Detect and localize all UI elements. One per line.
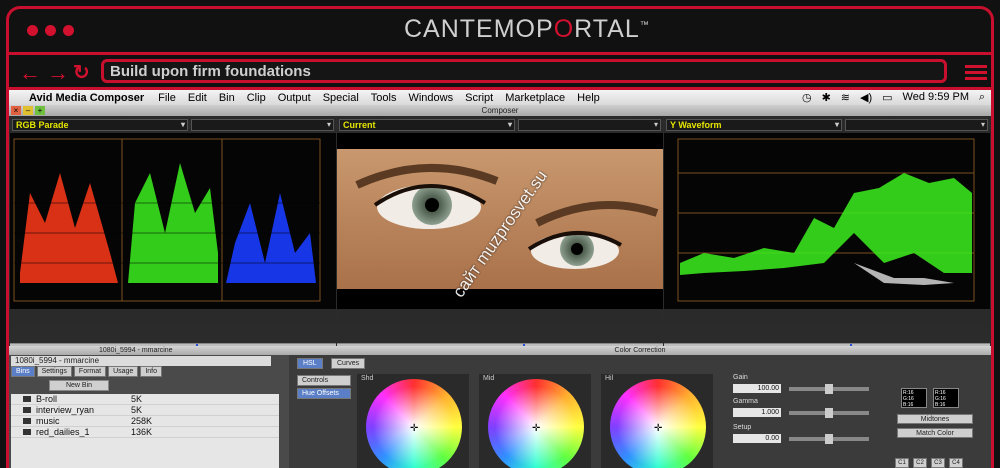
menubar-status: ◷ ✱ ≋ ◀) ▭ Wed 9:59 PM ⌕ bbox=[802, 91, 985, 104]
bin-titlebar: 1080i_5994 - mmarcine bbox=[9, 346, 289, 355]
color-swatch-left[interactable]: R:16 G:16 B:16 bbox=[901, 388, 927, 408]
wifi-icon[interactable]: ≋ bbox=[841, 91, 850, 104]
menu-edit[interactable]: Edit bbox=[188, 92, 207, 104]
new-bin-button[interactable]: New Bin bbox=[49, 380, 109, 391]
window-dot-close[interactable] bbox=[27, 25, 38, 36]
channel-c1[interactable]: C1 bbox=[895, 458, 909, 468]
highlights-color-wheel[interactable]: ✛ bbox=[610, 379, 706, 468]
back-arrow-icon[interactable]: ← bbox=[19, 62, 41, 84]
menu-marketplace[interactable]: Marketplace bbox=[505, 92, 565, 104]
tab-info[interactable]: Info bbox=[140, 366, 163, 377]
y-waveform-scope bbox=[664, 133, 990, 309]
setup-slider[interactable] bbox=[789, 434, 869, 444]
panel-menu-secondary[interactable]: ▾ bbox=[518, 119, 661, 131]
menu-script[interactable]: Script bbox=[465, 92, 493, 104]
list-item[interactable]: interview_ryan 5K bbox=[11, 405, 279, 416]
gamma-slider[interactable] bbox=[789, 408, 869, 418]
navigation-bar: ← → ↻ Build upon firm foundations bbox=[9, 52, 991, 90]
spotlight-icon[interactable]: ⌕ bbox=[979, 91, 985, 104]
hamburger-menu-icon[interactable] bbox=[965, 65, 987, 81]
lower-workspace: 1080i_5994 - mmarcine 1080i_5994 - mmarc… bbox=[9, 346, 991, 468]
battery-icon[interactable]: ▭ bbox=[882, 91, 892, 104]
close-icon[interactable]: × bbox=[11, 106, 21, 115]
shadows-wheel-box: Shd ✛ bbox=[357, 374, 469, 468]
panel-menu-y-waveform[interactable]: Y Waveform ▾ bbox=[666, 119, 842, 131]
brand-logo: CANTEMOPORTAL™ bbox=[404, 15, 650, 43]
channel-c2[interactable]: C2 bbox=[913, 458, 927, 468]
window-dot-zoom[interactable] bbox=[63, 25, 74, 36]
midtones-color-wheel[interactable]: ✛ bbox=[488, 379, 584, 468]
menu-clip[interactable]: Clip bbox=[247, 92, 266, 104]
rgb-parade-scope bbox=[10, 133, 336, 309]
panel-menu-secondary[interactable]: ▾ bbox=[845, 119, 988, 131]
gamma-value[interactable]: 1.000 bbox=[733, 408, 781, 417]
match-pane: R:16 G:16 B:16 R:16 G:16 B:16 Midtones M… bbox=[887, 374, 987, 468]
bin-window: 1080i_5994 - mmarcine 1080i_5994 - mmarc… bbox=[9, 346, 289, 468]
menu-bin[interactable]: Bin bbox=[219, 92, 235, 104]
gain-slider[interactable] bbox=[789, 384, 869, 394]
gain-value[interactable]: 100.00 bbox=[733, 384, 781, 393]
list-item[interactable]: B-roll 5K bbox=[11, 394, 279, 405]
volume-icon[interactable]: ◀) bbox=[860, 91, 872, 104]
panel-menu-secondary[interactable]: ▾ bbox=[191, 119, 334, 131]
reload-icon[interactable]: ↻ bbox=[73, 63, 90, 83]
setup-label: Setup bbox=[733, 424, 752, 431]
tab-curves[interactable]: Curves bbox=[331, 358, 366, 369]
app-screen: Avid Media Composer File Edit Bin Clip O… bbox=[9, 90, 991, 468]
app-name-menu[interactable]: Avid Media Composer bbox=[29, 92, 144, 104]
controls-button[interactable]: Controls bbox=[297, 375, 351, 386]
composer-title: Composer bbox=[481, 106, 519, 115]
menu-special[interactable]: Special bbox=[323, 92, 359, 104]
forward-arrow-icon[interactable]: → bbox=[47, 62, 69, 84]
tab-hsl[interactable]: HSL bbox=[297, 358, 323, 369]
tab-usage[interactable]: Usage bbox=[108, 366, 139, 377]
bin-list: B-roll 5K interview_ryan 5K music 258K red_… bbox=[11, 394, 279, 468]
midtones-select[interactable]: Midtones bbox=[897, 414, 973, 424]
setup-value[interactable]: 0.00 bbox=[733, 434, 781, 443]
menu-help[interactable]: Help bbox=[577, 92, 600, 104]
menu-output[interactable]: Output bbox=[278, 92, 311, 104]
color-swatch-right[interactable]: R:16 G:16 B:16 bbox=[933, 388, 959, 408]
level-controls: Gain 100.00 Gamma 1.000 Setup 0.00 bbox=[729, 374, 879, 468]
mac-menubar: Avid Media Composer File Edit Bin Clip O… bbox=[9, 90, 991, 105]
menu-tools[interactable]: Tools bbox=[371, 92, 397, 104]
browser-frame: CANTEMOPORTAL™ ← → ↻ Build upon firm fou… bbox=[0, 0, 1000, 468]
gamma-label: Gamma bbox=[733, 398, 758, 405]
tab-settings[interactable]: Settings bbox=[36, 366, 72, 377]
menu-windows[interactable]: Windows bbox=[408, 92, 453, 104]
shadows-color-wheel[interactable]: ✛ bbox=[366, 379, 462, 468]
bin-name-field[interactable]: 1080i_5994 - mmarcine bbox=[11, 356, 271, 366]
rgb-parade-panel: RGB Parade ▾ ▾ bbox=[10, 116, 336, 370]
match-color-button[interactable]: Match Color bbox=[897, 428, 973, 438]
tab-bins[interactable]: Bins bbox=[11, 366, 35, 377]
bin-tabs: Bins Settings Format Usage Info bbox=[11, 366, 163, 377]
highlights-wheel-box: Hil ✛ bbox=[601, 374, 713, 468]
color-correction-window: Color Correction HSL Curves Controls Hue… bbox=[289, 346, 991, 468]
hue-offsets-button[interactable]: Hue Offsets bbox=[297, 388, 351, 399]
midtones-wheel-box: Mid ✛ bbox=[479, 374, 591, 468]
time-machine-icon[interactable]: ◷ bbox=[802, 91, 812, 104]
window-dot-minimize[interactable] bbox=[45, 25, 56, 36]
gain-label: Gain bbox=[733, 374, 748, 381]
zoom-icon[interactable]: + bbox=[35, 106, 45, 115]
address-text: Build upon firm foundations bbox=[110, 63, 311, 80]
tab-format[interactable]: Format bbox=[73, 366, 107, 377]
menu-file[interactable]: File bbox=[158, 92, 176, 104]
list-item[interactable]: red_dailies_1 136K bbox=[11, 427, 279, 438]
minimize-icon[interactable]: – bbox=[23, 106, 33, 115]
address-bar[interactable]: Build upon firm foundations bbox=[101, 59, 947, 83]
channel-c4[interactable]: C4 bbox=[949, 458, 963, 468]
clock: Wed 9:59 PM bbox=[902, 91, 969, 103]
composer-titlebar: × – + Composer bbox=[9, 105, 991, 116]
color-correction-title: Color Correction bbox=[289, 346, 991, 355]
channel-c3[interactable]: C3 bbox=[931, 458, 945, 468]
panel-menu-current[interactable]: Current ▾ bbox=[339, 119, 515, 131]
bluetooth-icon[interactable]: ✱ bbox=[822, 91, 831, 104]
panel-menu-rgb-parade[interactable]: RGB Parade ▾ bbox=[12, 119, 188, 131]
y-waveform-panel: Y Waveform▾ ▾ ◫ ◀◀ ◀ bbox=[664, 116, 990, 370]
list-item[interactable]: music 258K bbox=[11, 416, 279, 427]
